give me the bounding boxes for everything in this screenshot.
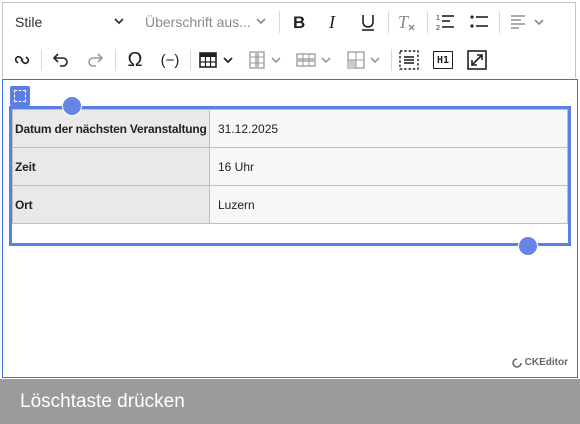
toolbar-separator [190,49,191,71]
fullscreen-icon [467,50,487,70]
chevron-down-icon [256,18,266,25]
placeholder-button[interactable]: (−) [155,47,185,73]
chevron-down-icon [114,18,124,25]
table-cell[interactable]: Luzern [209,185,568,224]
align-left-icon [511,15,525,29]
bulleted-list-icon [470,15,488,28]
table-header-cell[interactable]: Ort [12,185,210,224]
table-row-dropdown[interactable] [293,47,335,73]
ckeditor-logo-icon [511,357,522,368]
toolbar-row-1: Stile Überschrift aus... B I T 1 2 [3,3,575,41]
content-table: Datum der nächsten Veranstaltung 31.12.2… [12,109,568,224]
italic-button[interactable]: I [321,9,347,35]
chevron-down-icon [534,19,544,26]
toolbar-separator [279,11,280,33]
underline-icon [362,15,374,31]
svg-text:T: T [398,12,410,32]
bold-icon: B [293,13,305,31]
fullscreen-button[interactable] [463,47,491,73]
table-row: Datum der nächsten Veranstaltung 31.12.2… [12,109,568,148]
placeholder-icon: (−) [160,51,180,69]
table-column-dropdown[interactable] [245,47,285,73]
link-button[interactable] [9,47,35,73]
instruction-caption: Löschtaste drücken [0,379,580,424]
svg-text:1: 1 [436,15,440,22]
numbered-list-icon: 1 2 [436,15,454,32]
table-row: Ort Luzern [12,185,568,224]
undo-button[interactable] [47,47,75,73]
omega-icon: Ω [127,48,143,71]
toolbar-row-2: Ω (−) H1 [3,41,575,79]
svg-text:I: I [328,13,336,31]
link-icon [14,55,30,65]
merge-cells-icon [347,51,365,69]
caption-text: Löschtaste drücken [20,390,185,412]
chevron-down-icon [271,57,281,64]
insert-table-dropdown[interactable] [195,47,237,73]
table-resize-handle[interactable] [62,96,82,116]
toolbar-separator [115,49,116,71]
toolbar-separator [499,11,500,33]
select-handle-icon [14,90,26,102]
table-resize-handle[interactable] [518,236,538,256]
toolbar-separator [427,11,428,33]
bulleted-list-button[interactable] [465,9,493,35]
powered-by-label: CKEditor [524,357,568,368]
chevron-down-icon [222,57,233,64]
heading-dropdown[interactable]: Überschrift aus... [145,9,257,35]
chevron-down-icon [370,57,380,64]
numbered-list-button[interactable]: 1 2 [431,9,459,35]
page-break-button[interactable] [396,47,422,73]
toolbar-separator [41,49,42,71]
table-icon [198,52,217,68]
heading-h1-icon: H1 [433,51,453,69]
merge-cells-dropdown[interactable] [343,47,385,73]
bold-button[interactable]: B [286,9,312,35]
table-row-icon [296,53,316,67]
editor-toolbar: Stile Überschrift aus... B I T 1 2 Ω (−)… [2,2,576,78]
table-cell[interactable]: 31.12.2025 [209,109,568,148]
undo-icon [52,53,68,67]
remove-format-icon: T [398,12,415,32]
chevron-down-icon [321,57,331,64]
toolbar-separator [391,49,392,71]
table-widget-select-handle[interactable] [10,86,30,106]
style-dropdown-label: Stile [15,14,43,30]
powered-by-badge[interactable]: CKEditor [511,357,568,368]
heading-dropdown-label: Überschrift aus... [145,14,251,30]
svg-text:B: B [293,13,305,31]
underline-button[interactable] [355,9,381,35]
table-header-cell[interactable]: Zeit [12,147,210,186]
table-header-cell[interactable]: Datum der nächsten Veranstaltung [12,109,210,148]
heading-h1-button[interactable]: H1 [429,47,457,73]
special-characters-button[interactable]: Ω [121,47,149,73]
italic-icon: I [328,13,336,31]
style-dropdown[interactable]: Stile [15,9,125,35]
alignment-dropdown[interactable] [505,9,549,35]
redo-icon [88,53,104,67]
table-cell[interactable]: 16 Uhr [209,147,568,186]
table-column-icon [249,51,265,69]
toolbar-separator [388,11,389,33]
redo-button[interactable] [81,47,109,73]
svg-text:2: 2 [436,25,440,32]
table-row: Zeit 16 Uhr [12,147,568,186]
page-break-icon [399,50,419,70]
remove-format-button[interactable]: T [393,9,419,35]
